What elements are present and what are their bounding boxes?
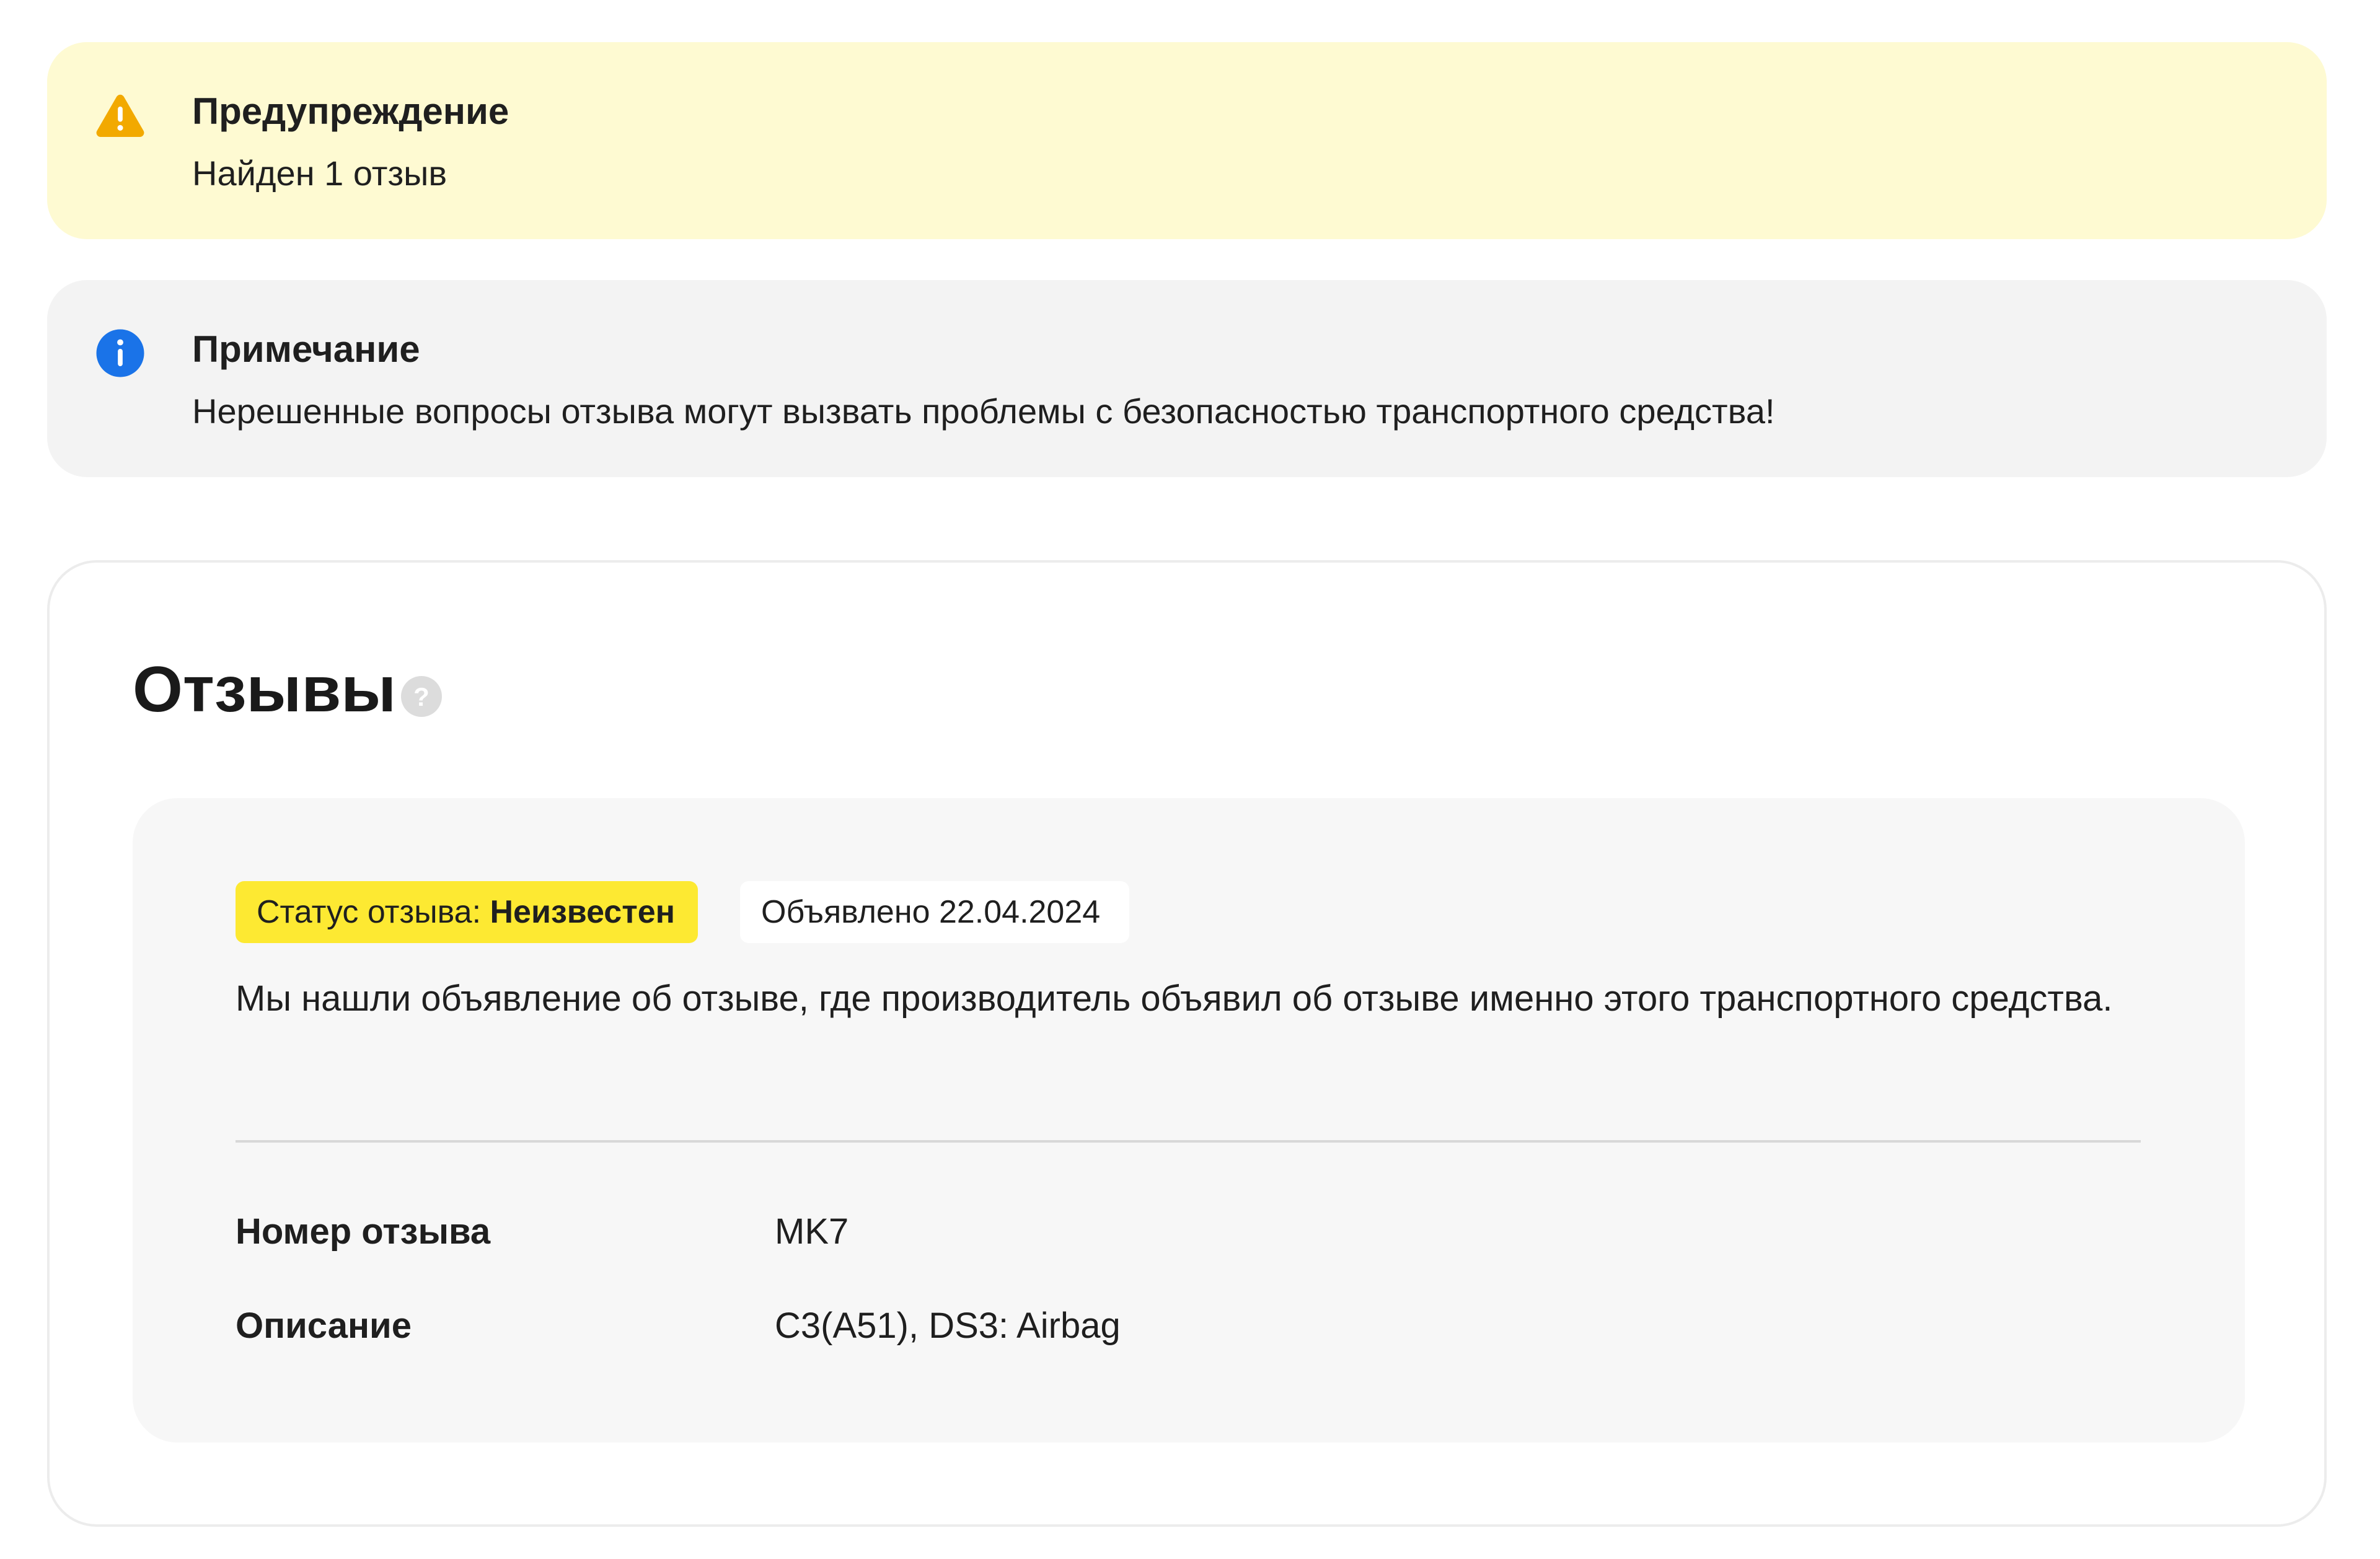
warning-text: Найден 1 отзыв bbox=[192, 154, 447, 193]
description-label: Описание bbox=[236, 1306, 412, 1346]
page: Предупреждение Найден 1 отзыв Примечание… bbox=[0, 0, 2380, 1559]
note-text: Нерешенные вопросы отзыва могут вызвать … bbox=[192, 392, 1775, 431]
recall-number-label: Номер отзыва bbox=[236, 1211, 491, 1252]
status-value: Неизвестен bbox=[490, 894, 676, 930]
help-icon[interactable]: ? bbox=[399, 674, 444, 719]
recall-item: Статус отзыва: Неизвестен Объявлено 22.0… bbox=[133, 798, 2245, 1443]
status-label: Статус отзыва: bbox=[257, 894, 482, 930]
recall-description: Мы нашли объявление об отзыве, где произ… bbox=[236, 978, 2113, 1019]
description-value: C3(A51), DS3: Airbag bbox=[775, 1306, 1121, 1346]
warning-alert: Предупреждение Найден 1 отзыв bbox=[47, 42, 2327, 239]
recalls-title: Отзывы bbox=[133, 654, 397, 726]
warning-title: Предупреждение bbox=[192, 90, 509, 132]
warning-triangle-icon bbox=[96, 94, 144, 137]
note-title: Примечание bbox=[192, 328, 420, 370]
info-icon bbox=[96, 329, 144, 377]
divider bbox=[236, 1140, 2141, 1143]
announced-badge: Объявлено 22.04.2024 bbox=[740, 881, 1129, 943]
svg-text:?: ? bbox=[413, 682, 430, 711]
recall-number-value: MK7 bbox=[775, 1211, 849, 1252]
status-badge: Статус отзыва: Неизвестен bbox=[236, 881, 698, 943]
note-alert: Примечание Нерешенные вопросы отзыва мог… bbox=[47, 280, 2327, 477]
recalls-card: Отзывы ? Статус отзыва: Неизвестен Объяв… bbox=[47, 560, 2327, 1527]
